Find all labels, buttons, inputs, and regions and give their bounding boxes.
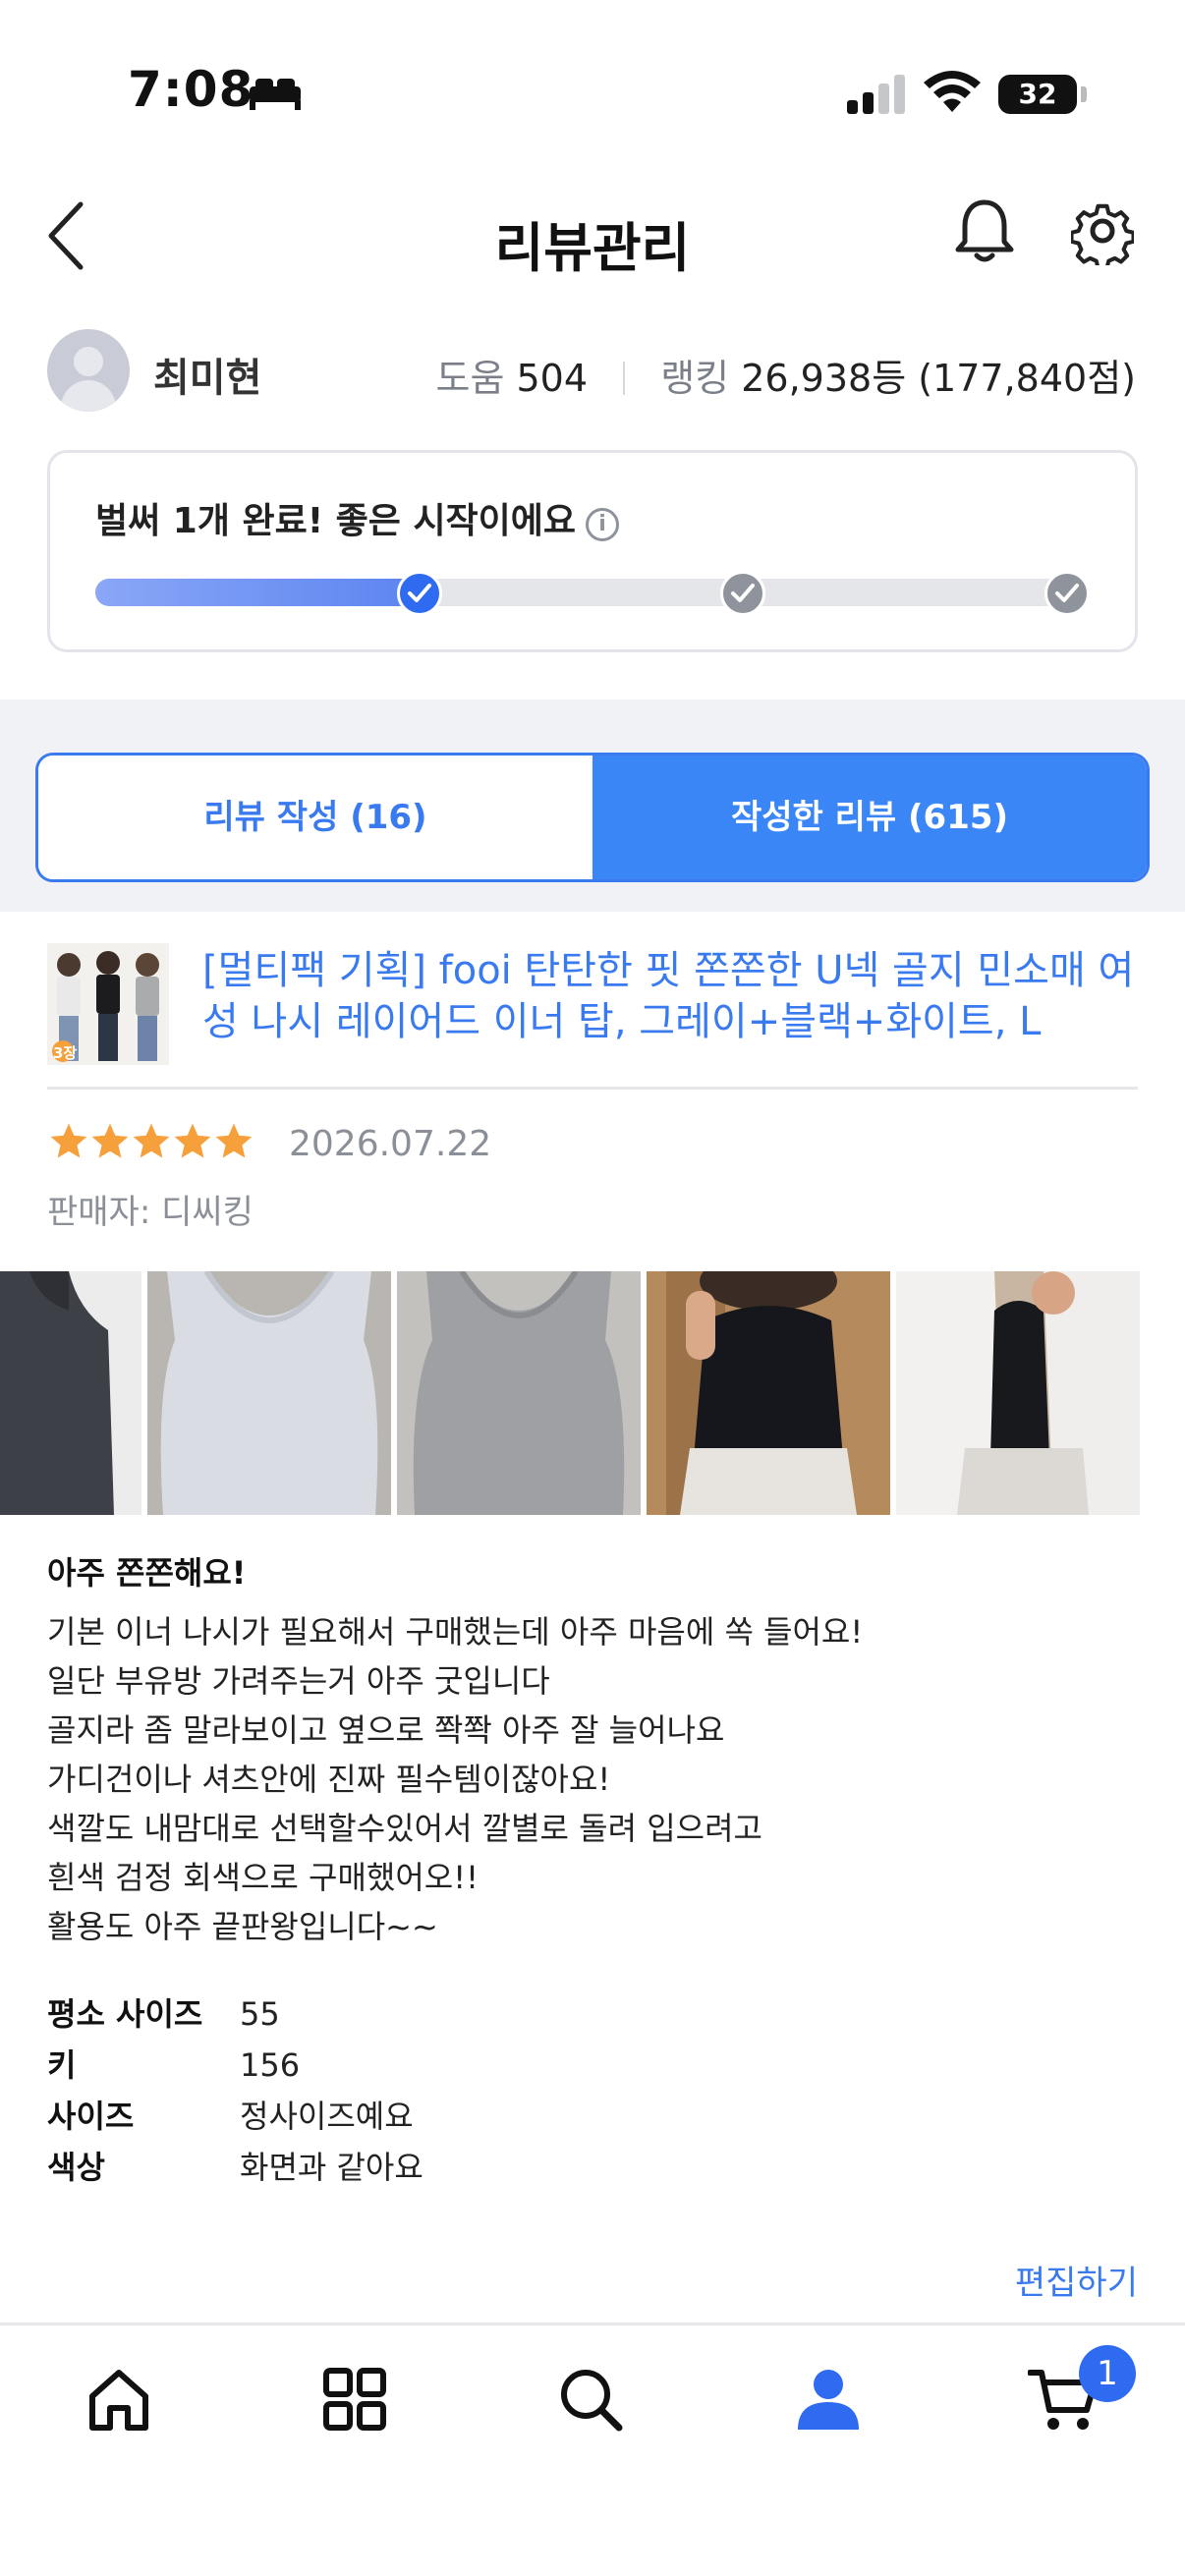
- review-photos: [0, 1271, 1185, 1515]
- attribute-key: 사이즈: [47, 2098, 135, 2135]
- thumb-badge: 3장: [53, 1044, 78, 1062]
- attribute-row: 평소 사이즈 55: [47, 1988, 637, 2040]
- step-check-icon: [1044, 571, 1090, 616]
- bell-icon[interactable]: [953, 196, 1016, 265]
- top-header: 리뷰관리: [0, 177, 1185, 295]
- star-icon: [133, 1123, 170, 1158]
- review-photo[interactable]: [147, 1271, 391, 1515]
- review-line: 기본 이너 나시가 필요해서 구매했는데 아주 마음에 쏙 들어요!: [47, 1613, 864, 1651]
- review-photo[interactable]: [0, 1271, 141, 1515]
- my-icon[interactable]: [794, 2365, 863, 2434]
- stats-divider: [623, 362, 626, 395]
- attribute-value: 화면과 같아요: [240, 2149, 423, 2186]
- category-icon[interactable]: [320, 2365, 389, 2434]
- attribute-row: 사이즈 정사이즈예요: [47, 2091, 637, 2142]
- step-check-icon: [397, 571, 442, 616]
- ranking-label: 랭킹: [660, 357, 730, 400]
- star-icon: [215, 1123, 253, 1158]
- gear-icon[interactable]: [1071, 196, 1134, 265]
- review-title: 아주 쫀쫀해요!: [47, 1554, 247, 1592]
- bottom-nav: 1: [0, 2323, 1185, 2576]
- battery-icon: 32: [998, 75, 1077, 114]
- review-line: 흰색 검정 회색으로 구매했어오!!: [47, 1859, 479, 1896]
- attribute-key: 키: [47, 2046, 77, 2084]
- attribute-value: 55: [240, 1995, 280, 2033]
- profile-stats: 도움 504 랭킹 26,938등 (177,840점): [435, 348, 1136, 402]
- review-photo[interactable]: [397, 1271, 641, 1515]
- review-attributes: 평소 사이즈 55 키 156 사이즈 정사이즈예요 색상 화면과 같아요: [47, 1988, 637, 2193]
- attribute-row: 색상 화면과 같아요: [47, 2142, 637, 2193]
- help-label: 도움: [435, 357, 505, 400]
- divider: [47, 1087, 1138, 1090]
- home-icon[interactable]: [85, 2365, 153, 2434]
- edit-review-button[interactable]: 편집하기: [1015, 2256, 1138, 2304]
- progress-message: 벌써 1개 완료! 좋은 시작이에요 i: [95, 492, 620, 543]
- progress-card: 벌써 1개 완료! 좋은 시작이에요 i: [47, 450, 1138, 652]
- review-line: 활용도 아주 끝판왕입니다~~: [47, 1908, 438, 1945]
- user-name: 최미현: [153, 356, 262, 401]
- review-line: 색깔도 내맘대로 선택할수있어서 깔별로 돌려 입으려고: [47, 1810, 762, 1847]
- wifi-icon: [924, 71, 981, 112]
- product-name[interactable]: [멀티팩 기획] fooi 탄탄한 핏 쫀쫀한 U넥 골지 민소매 여성 나시 …: [202, 945, 1146, 1047]
- search-icon[interactable]: [556, 2365, 625, 2434]
- status-time: 7:08: [128, 61, 254, 118]
- rating-row: 2026.07.22: [47, 1120, 491, 1169]
- review-date: 2026.07.22: [289, 1124, 492, 1164]
- progress-fill: [95, 579, 420, 606]
- profile-row: 최미현 도움 504 랭킹 26,938등 (177,840점): [0, 324, 1185, 422]
- step-check-icon: [720, 571, 765, 616]
- star-icon: [91, 1123, 129, 1158]
- attribute-row: 키 156: [47, 2040, 637, 2091]
- star-icon: [174, 1123, 211, 1158]
- review-line: 일단 부유방 가려주는거 아주 굿입니다: [47, 1662, 550, 1700]
- ranking-value: 26,938등 (177,840점): [741, 357, 1136, 400]
- avatar[interactable]: [47, 329, 130, 412]
- review-photo[interactable]: [647, 1271, 890, 1515]
- status-bar: 7:08 32: [0, 0, 1185, 177]
- review-line: 골지라 좀 말라보이고 옆으로 쫙쫙 아주 잘 늘어나요: [47, 1711, 725, 1749]
- battery-cap: [1081, 86, 1087, 102]
- review-body: 기본 이너 나시가 필요해서 구매했는데 아주 마음에 쏙 들어요! 일단 부유…: [47, 1607, 1138, 1951]
- product-thumbnail[interactable]: 3장: [47, 943, 169, 1065]
- info-icon[interactable]: i: [586, 508, 620, 541]
- tab-write-review[interactable]: 리뷰 작성 (16): [38, 756, 592, 879]
- sleep-mode-icon: [250, 79, 301, 110]
- review-tabs: 리뷰 작성 (16) 작성한 리뷰 (615): [35, 753, 1150, 882]
- cellular-signal-icon: [847, 75, 905, 114]
- review-photo[interactable]: [896, 1271, 1140, 1515]
- cart-badge: 1: [1079, 2345, 1136, 2402]
- star-rating: [47, 1120, 254, 1167]
- attribute-key: 평소 사이즈: [47, 1995, 203, 2033]
- star-icon: [50, 1123, 87, 1158]
- progress-message-text: 벌써 1개 완료! 좋은 시작이에요: [95, 501, 577, 541]
- tab-written-reviews[interactable]: 작성한 리뷰 (615): [592, 756, 1147, 879]
- attribute-key: 색상: [47, 2149, 105, 2186]
- attribute-value: 정사이즈예요: [240, 2098, 414, 2135]
- review-line: 가디건이나 셔츠안에 진짜 필수템이잖아요!: [47, 1761, 611, 1798]
- progress-track: [95, 571, 1090, 616]
- attribute-value: 156: [240, 2046, 301, 2084]
- seller-name: 판매자: 디씨킹: [47, 1193, 254, 1232]
- help-count: 504: [516, 357, 589, 400]
